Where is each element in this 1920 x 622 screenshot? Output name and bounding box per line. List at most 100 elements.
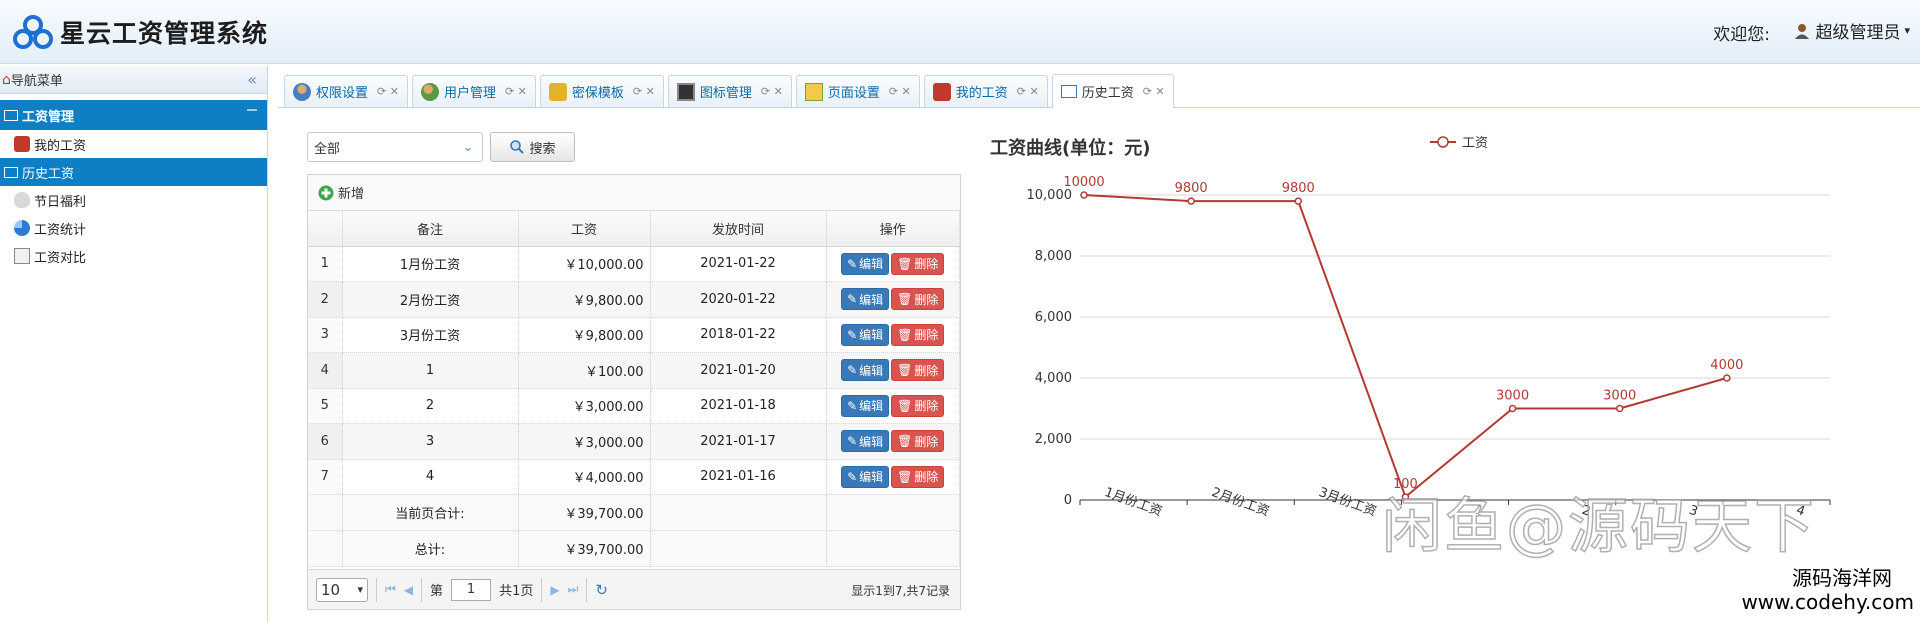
y-tick-label: 0 [1064, 493, 1072, 508]
page-total-label: 当前页合计: [342, 494, 519, 531]
tab-label: 历史工资 [1081, 86, 1134, 101]
data-point [1615, 404, 1624, 413]
cell-salary: ￥100.00 [518, 352, 651, 389]
delete-button[interactable]: 🗑 删除 [891, 288, 945, 311]
x-tick-label: 1月份工资 [1102, 485, 1164, 520]
data-label: 10000 [1063, 175, 1104, 190]
search-button-label: 搜索 [529, 141, 556, 157]
cell-date: 2021-01-20 [650, 352, 827, 389]
table-row[interactable]: 3 3月份工资 ￥9,800.00 2018-01-22 ✎ 编辑 🗑 删除 [308, 317, 960, 353]
row-number: 5 [308, 388, 343, 424]
cell-salary: ￥9,800.00 [518, 317, 651, 353]
edit-button[interactable]: ✎ 编辑 [841, 359, 890, 382]
group-title: 工资管理 [22, 109, 75, 125]
grand-total-label: 总计: [342, 530, 519, 567]
table-row[interactable]: 7 4 ￥4,000.00 2021-01-16 ✎ 编辑 🗑 删除 [308, 459, 960, 495]
edit-button[interactable]: ✎ 编辑 [841, 430, 890, 453]
logo-icon [13, 15, 53, 49]
tab-refresh-close-icon[interactable]: ⟳ ✕ [633, 85, 655, 98]
search-button[interactable]: 搜索 [490, 132, 575, 162]
sidebar-item-history-salary[interactable]: 历史工资 [0, 158, 267, 186]
cell-date: 2020-01-22 [650, 281, 827, 318]
sidebar-item-my-salary[interactable]: 我的工资 [0, 130, 267, 158]
edit-button[interactable]: ✎ 编辑 [841, 394, 890, 417]
tab-security-template[interactable]: 密保模板 ⟳ ✕ [539, 75, 664, 107]
edit-button[interactable]: ✎ 编辑 [841, 465, 890, 488]
table-row[interactable]: 2 2月份工资 ￥9,800.00 2020-01-22 ✎ 编辑 🗑 删除 [308, 281, 960, 318]
grid-toolbar: 新增 [308, 175, 960, 211]
edit-button[interactable]: ✎ 编辑 [841, 288, 890, 311]
tab-refresh-close-icon[interactable]: ⟳ ✕ [505, 85, 527, 98]
tab-user-management[interactable]: 用户管理 ⟳ ✕ [411, 75, 536, 107]
pager-divider [376, 577, 377, 602]
collapse-icon[interactable]: « [247, 70, 257, 89]
column-header-note[interactable]: 备注 [342, 211, 519, 247]
tab-refresh-close-icon[interactable]: ⟳ ✕ [1017, 85, 1039, 98]
page-size-select[interactable]: 10 ▾ [316, 577, 368, 602]
tab-refresh-close-icon[interactable]: ⟳ ✕ [377, 85, 399, 98]
chart-title: 工资曲线(单位：元) [990, 138, 1151, 159]
add-button[interactable]: 新增 [318, 183, 364, 202]
delete-button[interactable]: 🗑 删除 [891, 465, 945, 488]
sidebar-item-salary-compare[interactable]: 工资对比 [0, 242, 267, 270]
row-number: 3 [308, 317, 343, 353]
table-row[interactable]: 4 1 ￥100.00 2021-01-20 ✎ 编辑 🗑 删除 [308, 352, 960, 389]
app-header: 星云工资管理系统 欢迎您: 超级管理员 ▾ [0, 0, 1920, 64]
tab-my-salary[interactable]: 我的工资 ⟳ ✕ [923, 75, 1048, 107]
user-name: 超级管理员 [1815, 23, 1901, 43]
delete-button-label: 删除 [914, 257, 939, 272]
tab-history-salary[interactable]: 历史工资 ⟳ ✕ [1051, 74, 1174, 108]
add-button-label: 新增 [338, 187, 365, 202]
column-header-date[interactable]: 发放时间 [650, 211, 827, 247]
delete-button[interactable]: 🗑 删除 [891, 359, 945, 382]
last-page-icon[interactable]: ⏭ [568, 582, 579, 597]
table-row[interactable]: 1 1月份工资 ￥10,000.00 2021-01-22 ✎ 编辑 🗑 删除 [308, 246, 960, 282]
home-icon: ⌂ [2, 71, 11, 88]
tab-page-settings[interactable]: 页面设置 ⟳ ✕ [795, 75, 920, 107]
delete-button-label: 删除 [914, 434, 939, 449]
delete-button[interactable]: 🗑 删除 [891, 430, 945, 453]
table-row[interactable]: 5 2 ￥3,000.00 2021-01-18 ✎ 编辑 🗑 删除 [308, 388, 960, 424]
add-icon [318, 185, 334, 200]
sidebar-item-salary-statistics[interactable]: 工资统计 [0, 214, 267, 242]
filter-select[interactable]: 全部 ⌄ [307, 132, 483, 162]
table-row[interactable]: 6 3 ￥3,000.00 2021-01-17 ✎ 编辑 🗑 删除 [308, 423, 960, 460]
y-tick-label: 6,000 [1035, 310, 1072, 325]
group-salary-management[interactable]: 工资管理 [0, 100, 267, 130]
edit-button-label: 编辑 [859, 292, 884, 307]
tab-refresh-close-icon[interactable]: ⟳ ✕ [1143, 85, 1165, 98]
cell-date: 2021-01-17 [650, 423, 827, 460]
page-number-input[interactable]: 1 [451, 578, 492, 601]
data-point [1723, 374, 1731, 382]
cell-actions: ✎ 编辑 🗑 删除 [826, 246, 960, 282]
row-number: 6 [308, 423, 343, 460]
tab-refresh-close-icon[interactable]: ⟳ ✕ [761, 85, 783, 98]
refresh-icon[interactable]: ↻ [595, 581, 608, 599]
user-menu[interactable]: 超级管理员 ▾ [1793, 18, 1910, 43]
report-icon [14, 248, 30, 264]
delete-button[interactable]: 🗑 删除 [891, 252, 945, 275]
tab-refresh-close-icon[interactable]: ⟳ ✕ [889, 85, 911, 98]
cell-date: 2021-01-22 [650, 246, 827, 282]
data-point [1187, 197, 1195, 205]
tab-icon-management[interactable]: 图标管理 ⟳ ✕ [667, 75, 792, 107]
collapse-group-icon [247, 109, 257, 111]
tab-label: 用户管理 [443, 86, 496, 101]
edit-button[interactable]: ✎ 编辑 [841, 323, 890, 346]
tab-permission-settings[interactable]: 权限设置 ⟳ ✕ [284, 75, 408, 107]
cell-date: 2021-01-16 [650, 459, 827, 495]
lock-icon [548, 82, 567, 101]
first-page-icon[interactable]: ⏮ [385, 582, 396, 597]
column-header-salary[interactable]: 工资 [518, 211, 651, 247]
tab-label: 权限设置 [316, 86, 369, 101]
my-salary-icon [932, 82, 951, 101]
prev-page-icon[interactable]: ◀ [404, 583, 413, 597]
delete-button[interactable]: 🗑 删除 [891, 394, 945, 417]
book-icon [804, 82, 823, 101]
y-tick-label: 2,000 [1035, 432, 1072, 447]
sidebar-item-holiday-benefit[interactable]: 节日福利 [0, 186, 267, 214]
delete-button[interactable]: 🗑 删除 [891, 323, 945, 346]
next-page-icon[interactable]: ▶ [550, 583, 559, 597]
edit-button[interactable]: ✎ 编辑 [841, 252, 890, 275]
sidebar-item-label: 节日福利 [34, 194, 87, 210]
